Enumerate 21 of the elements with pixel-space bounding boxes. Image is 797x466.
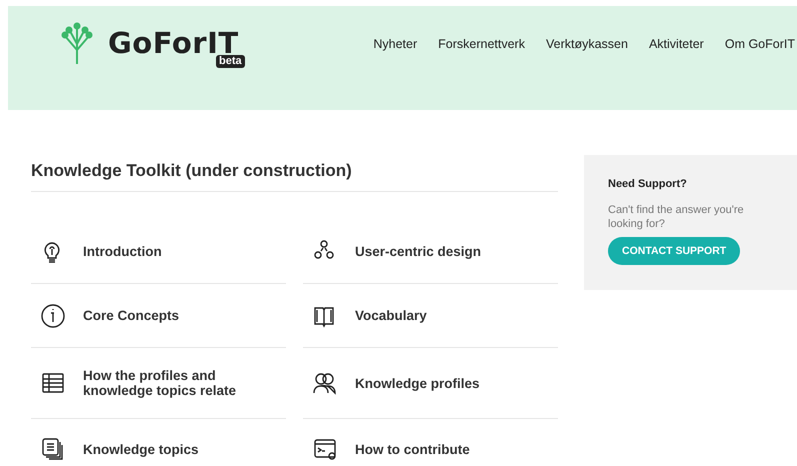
info-icon — [41, 304, 65, 328]
toolkit-link[interactable]: Vocabulary — [303, 284, 558, 348]
toolkit-link[interactable]: Knowledge profiles — [303, 348, 558, 419]
nav-link[interactable]: Om GoForIT — [724, 37, 795, 51]
table-icon — [41, 371, 65, 395]
toolkit-link[interactable]: Knowledge topics — [31, 419, 286, 466]
nav-link[interactable]: Verktøykassen — [546, 37, 628, 51]
card-text: Can't find the answer you're looking for? — [608, 203, 745, 231]
people-icon — [313, 371, 337, 395]
nav-link[interactable]: Aktiviteter — [648, 37, 704, 51]
toolkit-link[interactable]: How the profiles and knowledge topics relate — [31, 348, 286, 419]
section-title: Knowledge Toolkit (under construction) — [31, 161, 558, 192]
toolkit-link[interactable]: Introduction — [31, 220, 286, 284]
toolkit-link[interactable]: How to contribute — [303, 419, 558, 466]
card-title: Need Support? — [608, 178, 688, 190]
nav-link[interactable]: Forskernettverk — [438, 37, 525, 51]
terminal-gear-icon — [313, 437, 337, 461]
toolkit-link[interactable]: Core Concepts — [31, 284, 286, 348]
toolkit-link[interactable]: User-centric design — [303, 220, 558, 284]
documents-icon — [41, 437, 65, 461]
nav-link[interactable]: Nyheter — [373, 37, 418, 51]
